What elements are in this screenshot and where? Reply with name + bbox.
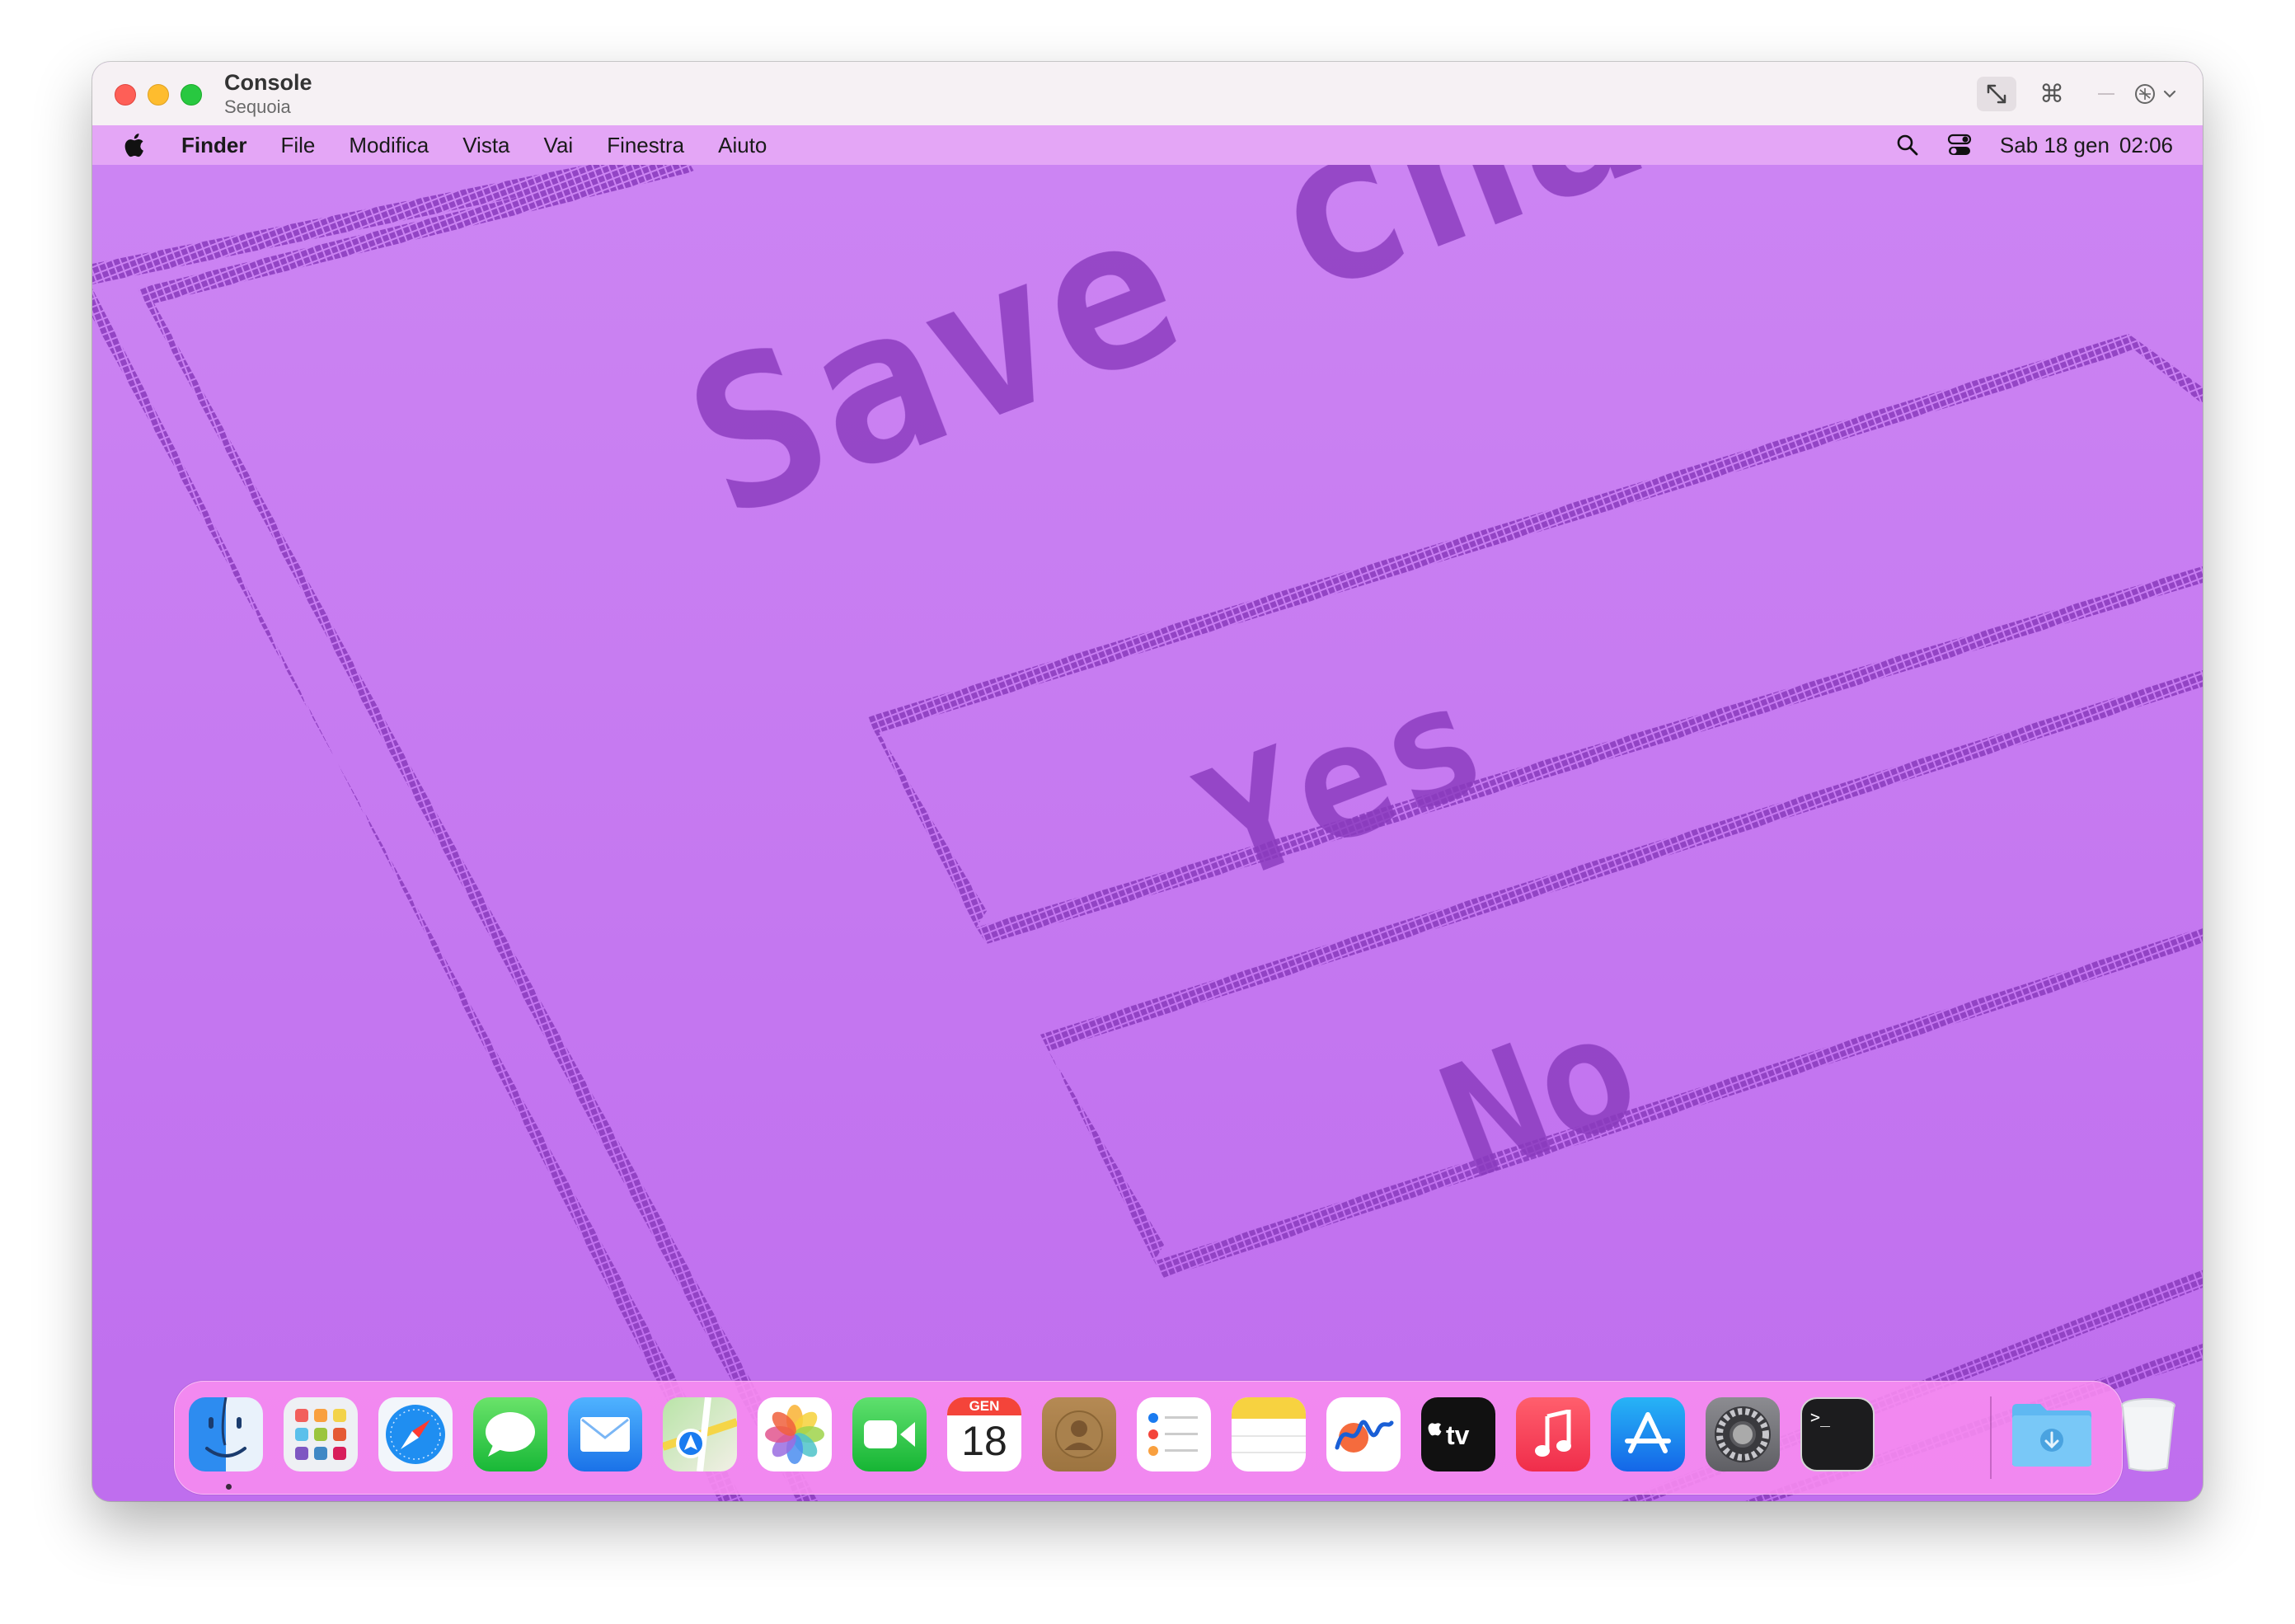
menu-finder[interactable]: Finder [181,133,246,158]
menu-bar: Finder File Modifica Vista Vai Finestra … [92,125,2203,165]
launchpad-icon[interactable] [284,1397,358,1471]
apple-tv-icon[interactable]: tv [1421,1397,1495,1471]
search-icon[interactable] [1896,134,1919,157]
terminal-icon[interactable]: >_ [1800,1397,1875,1471]
minus-icon [2096,77,2117,111]
menu-aiuto[interactable]: Aiuto [718,133,767,158]
music-icon[interactable] [1516,1397,1590,1471]
window-title: Console [224,70,312,95]
trash-icon[interactable] [2114,1397,2183,1471]
apple-logo-icon[interactable] [124,132,147,164]
svg-text:tv: tv [1446,1420,1470,1450]
calendar-icon[interactable]: GEN 18 [947,1397,1021,1471]
calendar-day: 18 [961,1418,1007,1464]
menubar-date[interactable]: Sab 18 gen [2000,133,2110,158]
contacts-icon[interactable] [1042,1397,1116,1471]
freeform-icon[interactable] [1326,1397,1401,1471]
command-icon[interactable]: ⌘ [2034,77,2070,111]
resize-icon[interactable] [1977,77,2016,111]
console-window: Console Sequoia ⌘ Finder File Modifica V… [92,62,2203,1501]
mail-icon[interactable] [568,1397,642,1471]
notes-icon[interactable] [1232,1397,1306,1471]
reminders-icon[interactable] [1137,1397,1211,1471]
menu-modifica[interactable]: Modifica [349,133,429,158]
system-settings-icon[interactable] [1706,1397,1780,1471]
app-store-icon[interactable] [1611,1397,1685,1471]
menu-file[interactable]: File [280,133,315,158]
messages-icon[interactable] [473,1397,547,1471]
menu-vista[interactable]: Vista [462,133,509,158]
close-button[interactable] [115,84,136,106]
screen-share-menu-icon[interactable] [2127,77,2185,111]
safari-icon[interactable] [378,1397,453,1471]
control-center-icon[interactable] [1947,134,1972,157]
downloads-folder-icon[interactable] [2009,1397,2095,1471]
minimize-button[interactable] [148,84,169,106]
facetime-icon[interactable] [852,1397,927,1471]
title-bar[interactable]: Console Sequoia ⌘ [92,62,2203,126]
finder-running-indicator [226,1484,232,1490]
photos-icon[interactable] [758,1397,832,1471]
menu-vai[interactable]: Vai [544,133,574,158]
dock: GEN 18 tv >_ [174,1381,2175,1495]
menubar-time[interactable]: 02:06 [2119,133,2173,158]
calendar-month: GEN [947,1397,1021,1415]
finder-icon[interactable] [189,1397,263,1471]
maximize-button[interactable] [181,84,202,106]
menu-finestra[interactable]: Finestra [607,133,684,158]
desktop-wallpaper: Save chang Yes No [92,165,2203,1501]
dock-separator [1990,1396,1992,1479]
window-subtitle: Sequoia [224,96,291,117]
maps-icon[interactable] [663,1397,737,1471]
